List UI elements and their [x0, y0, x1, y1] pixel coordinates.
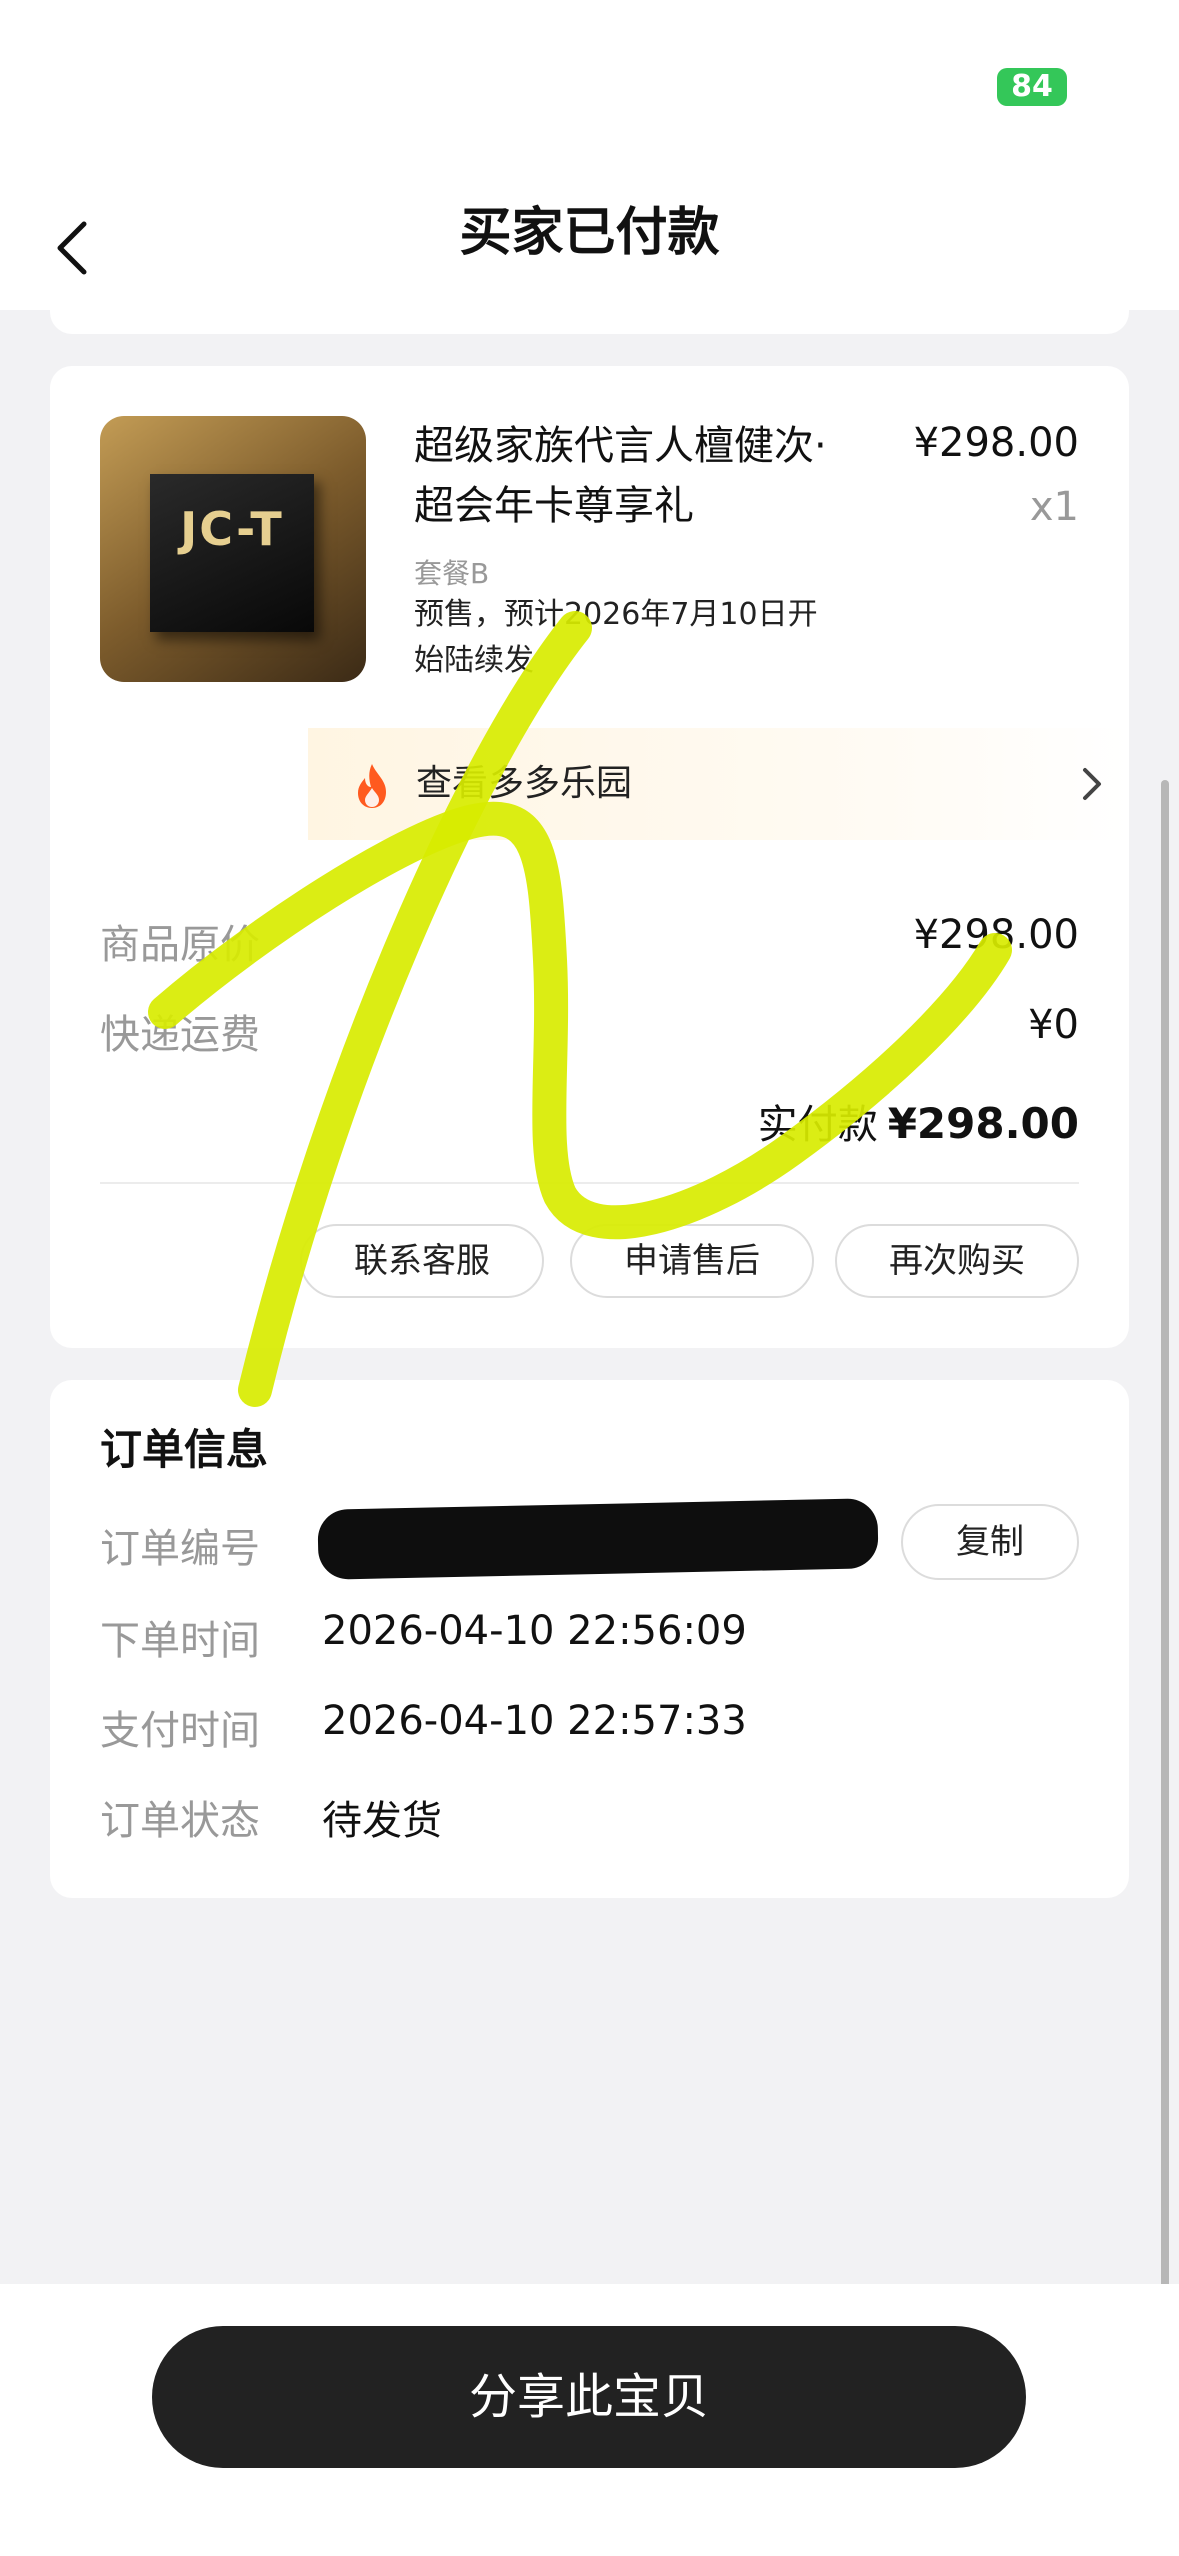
order-status-label: 订单状态 [100, 1798, 260, 1844]
chevron-right-icon [1083, 768, 1101, 800]
product-logo: JC-T [180, 502, 284, 556]
product-name[interactable]: 超级家族代言人檀健次·超会年卡尊享礼 [414, 416, 834, 536]
order-time-value: 2026-04-10 22:56:09 [322, 1608, 747, 1654]
redaction-mark [317, 1498, 879, 1580]
nav-bar: 买家已付款 [0, 190, 1179, 310]
paid-total: 实付款 ¥298.00 [758, 1092, 1079, 1150]
original-price-label: 商品原价 [100, 922, 260, 968]
buy-again-button[interactable]: 再次购买 [835, 1224, 1079, 1298]
shipping-label: 快递运费 [100, 1012, 260, 1058]
divider [100, 1182, 1079, 1184]
pay-time-label: 支付时间 [100, 1708, 260, 1754]
product-card: JC-T 超级家族代言人檀健次·超会年卡尊享礼 ¥298.00 x1 套餐B 预… [50, 366, 1129, 1348]
scrollbar[interactable] [1161, 780, 1169, 2340]
promo-banner[interactable]: 查看多多乐园 [308, 728, 1129, 840]
contact-service-button[interactable]: 联系客服 [300, 1224, 544, 1298]
status-bar: 84 [0, 0, 1179, 190]
product-box-image: JC-T [150, 474, 314, 632]
product-variant: 套餐B [414, 557, 490, 590]
previous-card-edge [50, 300, 1129, 334]
share-button[interactable]: 分享此宝贝 [152, 2326, 1026, 2468]
page-title: 买家已付款 [459, 203, 720, 263]
paid-amount: ¥298.00 [887, 1099, 1079, 1148]
product-thumbnail[interactable]: JC-T [100, 416, 366, 682]
copy-button[interactable]: 复制 [901, 1504, 1079, 1580]
presale-note: 预售，预计2026年7月10日开始陆续发 [414, 597, 818, 678]
order-info-card: 订单信息 订单编号 126014 复制 下单时间 2026-04-10 22:5… [50, 1380, 1129, 1898]
order-time-label: 下单时间 [100, 1618, 260, 1664]
product-quantity: x1 [1029, 484, 1079, 530]
fire-icon [358, 764, 386, 808]
product-price: ¥298.00 [913, 420, 1079, 466]
bottom-bar: 分享此宝贝 [0, 2284, 1179, 2556]
promo-text: 查看多多乐园 [416, 763, 633, 804]
shipping-value: ¥0 [1028, 1002, 1079, 1048]
pay-time-value: 2026-04-10 22:57:33 [322, 1698, 747, 1744]
paid-label: 实付款 [757, 1102, 878, 1148]
order-info-title: 订单信息 [100, 1425, 269, 1474]
order-number-label: 订单编号 [100, 1526, 260, 1572]
original-price-value: ¥298.00 [913, 912, 1079, 958]
after-sales-button[interactable]: 申请售后 [570, 1224, 814, 1298]
battery-indicator: 84 [997, 68, 1067, 106]
order-status-value: 待发货 [322, 1798, 442, 1844]
